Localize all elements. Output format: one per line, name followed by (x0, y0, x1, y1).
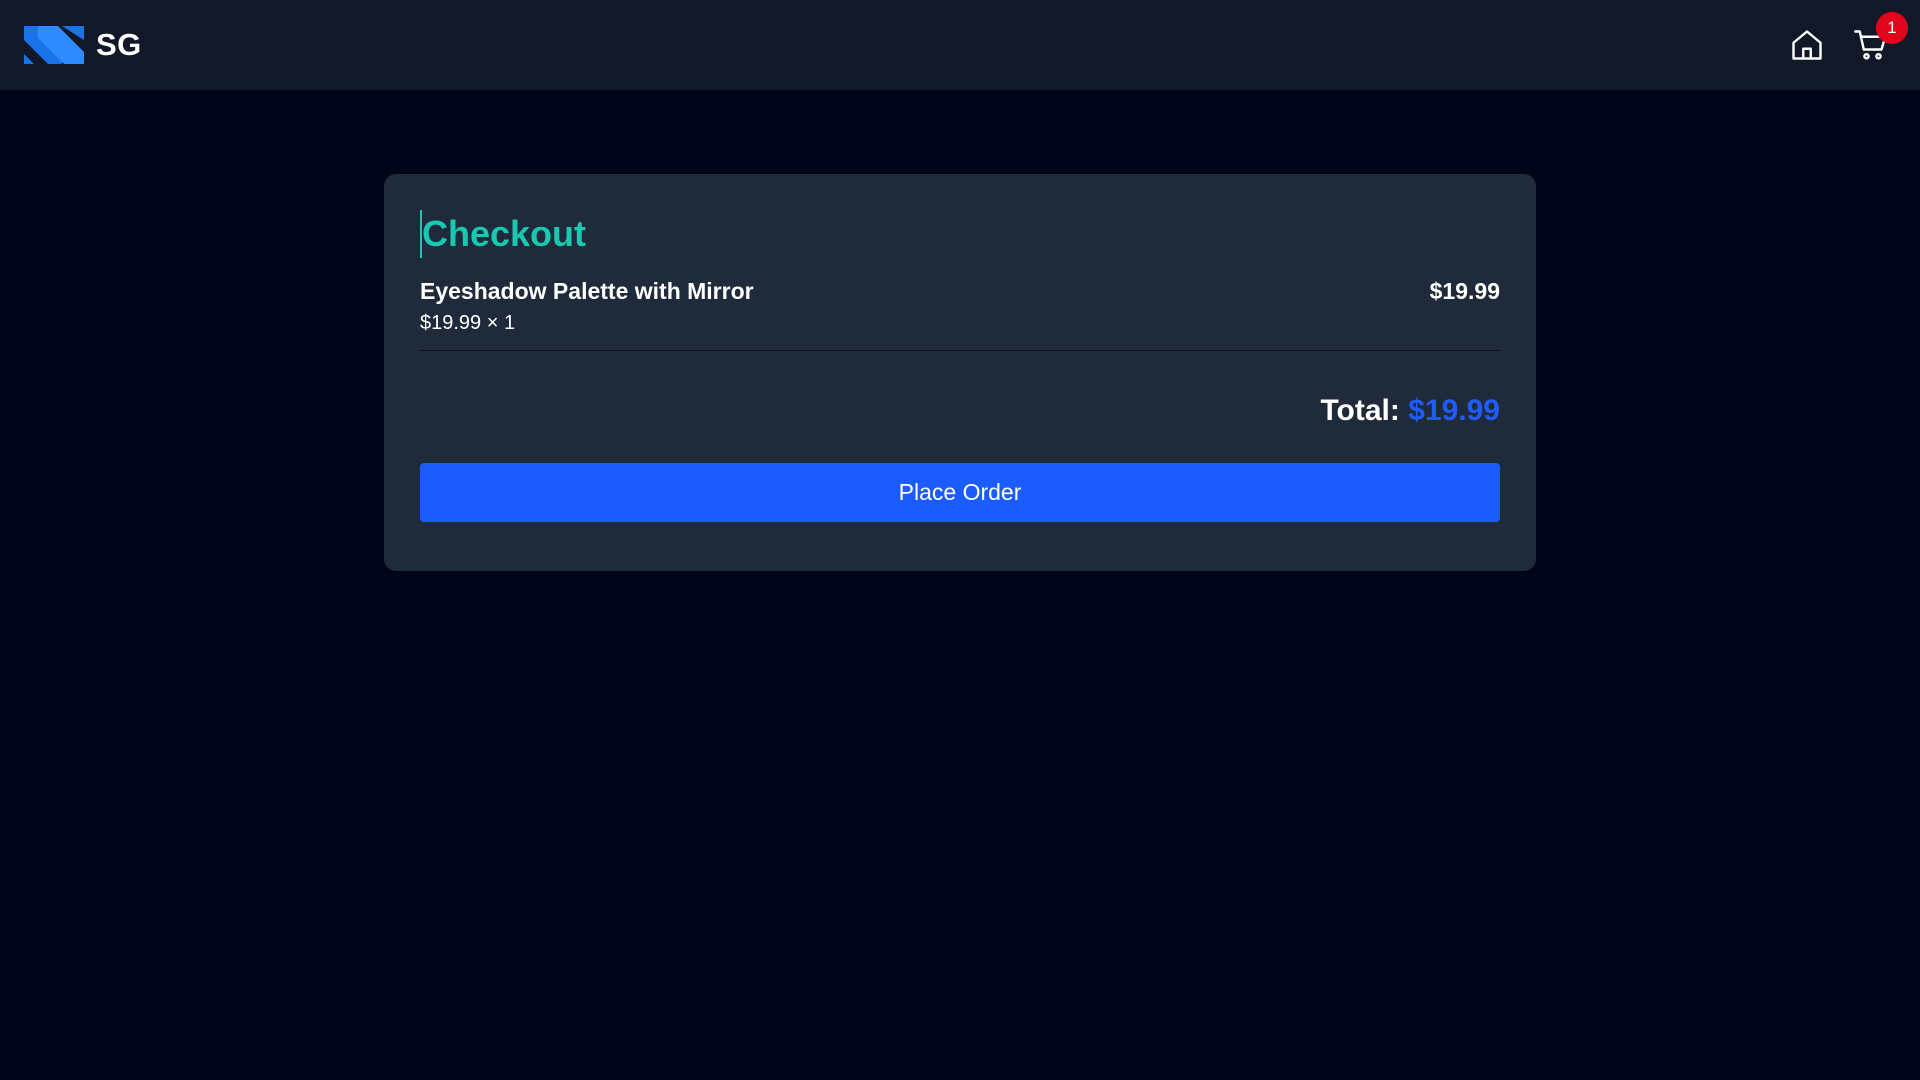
total-label: Total: (1320, 394, 1400, 427)
top-navigation-bar: SG 1 (0, 0, 1920, 90)
checkout-card: Checkout Eyeshadow Palette with Mirror $… (384, 174, 1536, 571)
home-icon (1792, 30, 1822, 60)
home-button[interactable] (1788, 26, 1826, 64)
brand-link[interactable]: SG (24, 26, 142, 64)
cart-item-name: Eyeshadow Palette with Mirror (420, 278, 754, 304)
cart-button[interactable]: 1 (1852, 12, 1908, 64)
header-nav: 1 (1788, 12, 1908, 64)
cart-item-line-total: $19.99 (1429, 278, 1500, 304)
cart-item-price-quantity: $19.99 × 1 (420, 312, 516, 334)
sg-logo-icon (24, 26, 84, 64)
order-total: Total: $19.99 (420, 391, 1500, 431)
brand-name: SG (96, 27, 142, 62)
checkout-title: Checkout (420, 210, 586, 258)
cart-count-badge: 1 (1876, 12, 1908, 44)
cart-item-details: Eyeshadow Palette with Mirror $19.99 × 1 (420, 276, 754, 338)
total-value: $19.99 (1408, 394, 1500, 427)
place-order-button[interactable]: Place Order (420, 463, 1500, 522)
cart-item-row: Eyeshadow Palette with Mirror $19.99 × 1… (420, 276, 1500, 351)
